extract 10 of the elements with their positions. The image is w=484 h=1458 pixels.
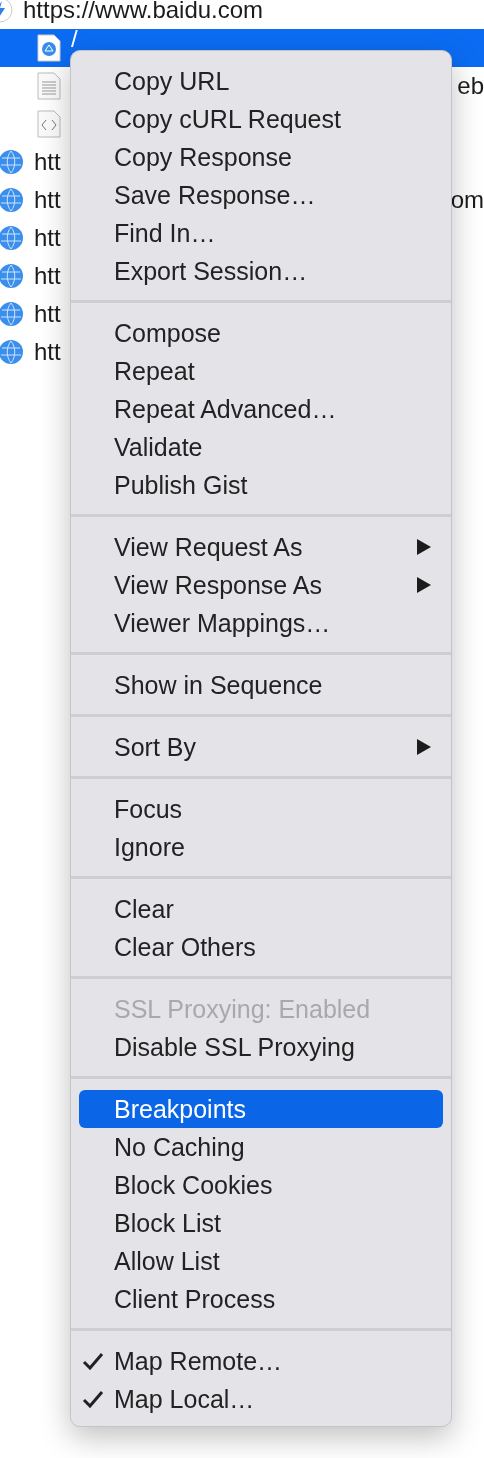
request-label: https://www.baidu.com xyxy=(23,0,264,24)
request-label: htt xyxy=(34,224,61,252)
request-label: htt xyxy=(34,338,61,366)
request-label: om xyxy=(450,186,484,214)
request-label: eb xyxy=(457,72,484,100)
request-label: htt xyxy=(34,186,61,214)
request-label: htt xyxy=(34,262,61,290)
request-label: htt xyxy=(34,148,61,176)
request-label: / xyxy=(71,29,78,49)
request-label: htt xyxy=(34,300,61,328)
